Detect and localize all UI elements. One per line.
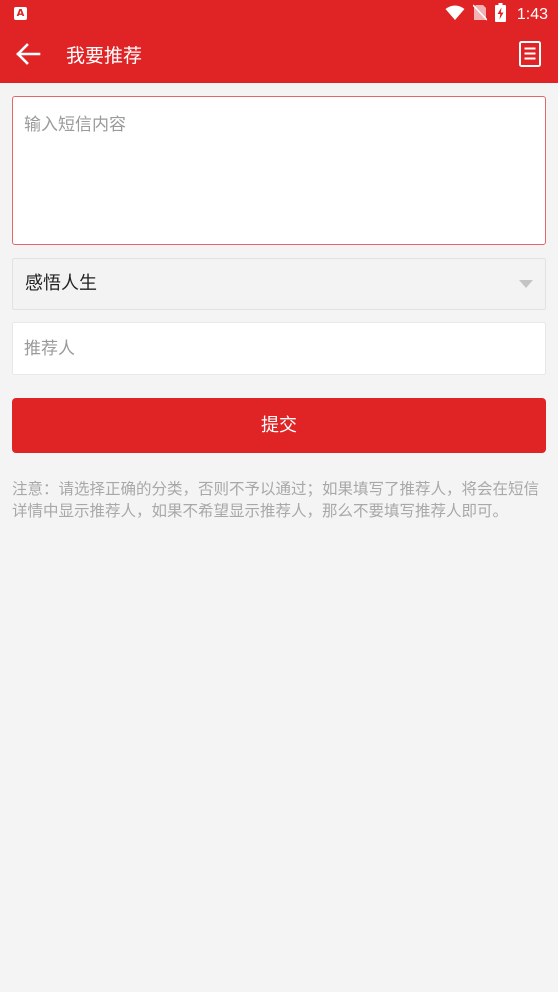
document-list-icon	[518, 40, 542, 72]
app-notification-icon: A	[14, 7, 27, 20]
category-selected-value: 感悟人生	[25, 273, 97, 294]
status-indicators: 1:43	[445, 0, 548, 29]
category-dropdown[interactable]: 感悟人生	[12, 258, 546, 310]
sms-content-field	[12, 96, 546, 245]
arrow-left-icon	[15, 43, 41, 69]
clock: 1:43	[516, 5, 548, 23]
battery-charging-icon	[494, 3, 506, 26]
app-bar: 我要推荐	[0, 29, 558, 83]
status-bar: A 1:43	[0, 0, 558, 29]
wifi-icon	[445, 5, 465, 25]
no-sim-icon	[472, 4, 488, 25]
notice-text: 注意：请选择正确的分类，否则不予以通过；如果填写了推荐人，将会在短信详情中显示推…	[12, 480, 540, 520]
dropdown-caret-icon	[519, 280, 533, 288]
submit-button[interactable]: 提交	[12, 398, 546, 453]
sms-content-input[interactable]	[13, 97, 545, 244]
recommender-field	[12, 322, 546, 375]
back-button[interactable]	[10, 38, 46, 74]
list-menu-button[interactable]	[512, 38, 548, 74]
page-title: 我要推荐	[66, 45, 143, 67]
recommender-input[interactable]	[13, 323, 545, 374]
